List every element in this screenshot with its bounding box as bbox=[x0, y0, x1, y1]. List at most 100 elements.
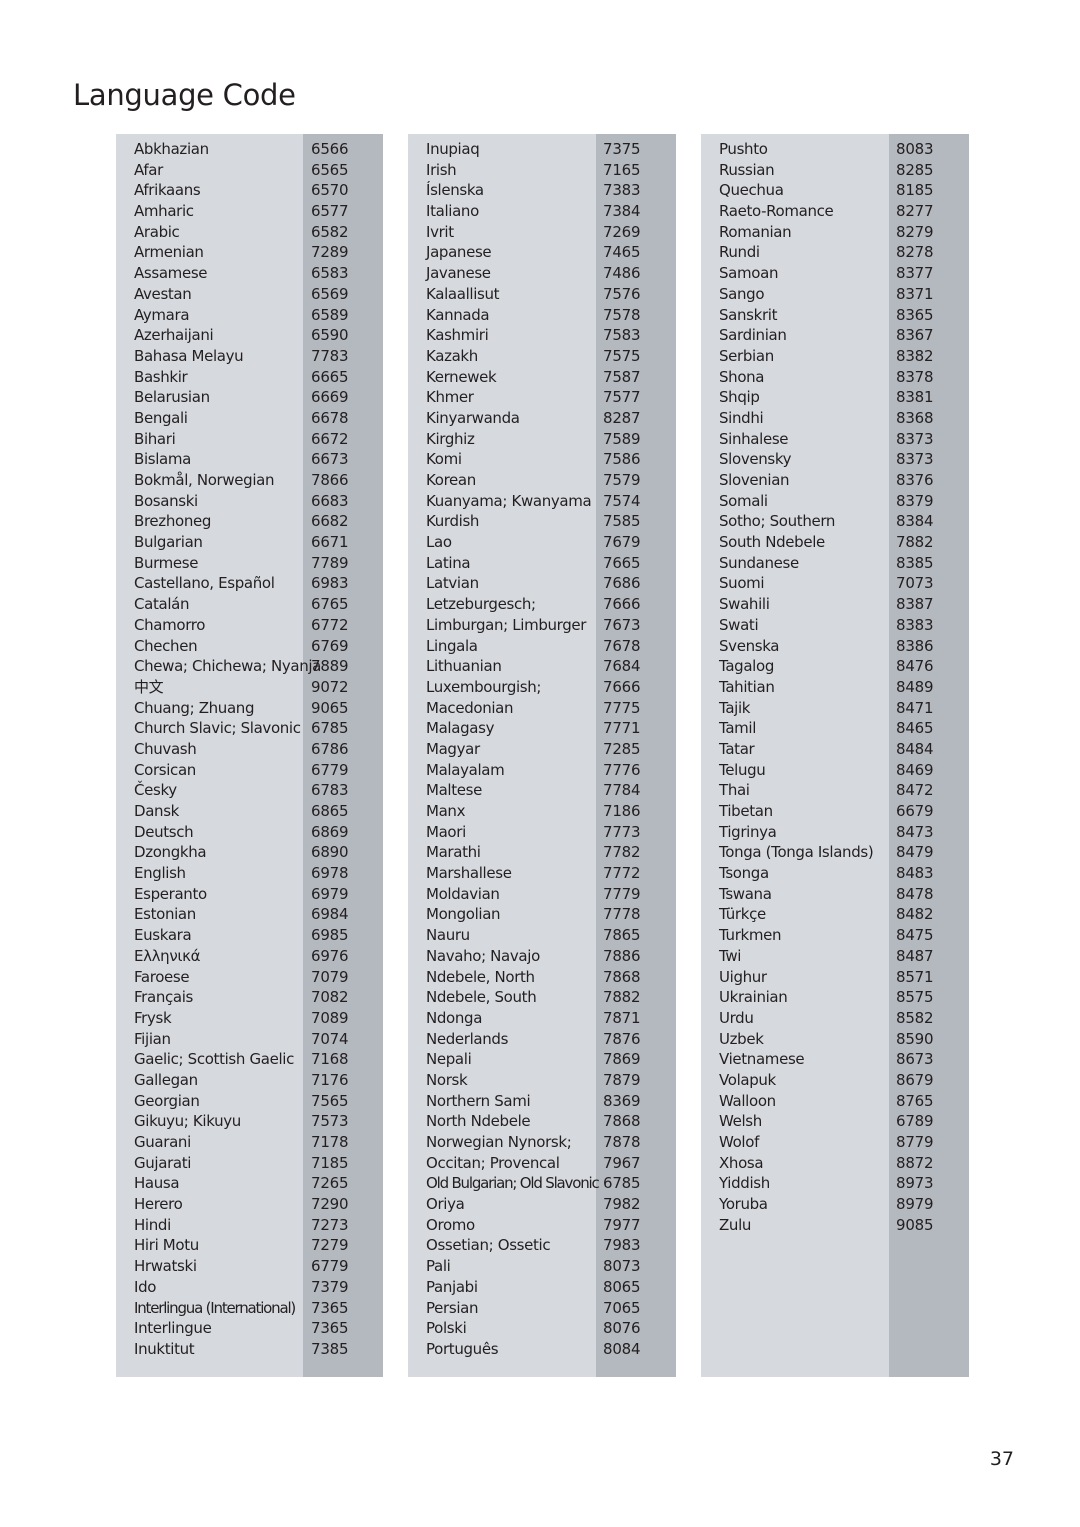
table-row: Latina 7665 bbox=[408, 553, 676, 574]
language-code: 7576 bbox=[603, 284, 641, 303]
language-code: 7869 bbox=[603, 1050, 641, 1069]
table-row: Persian 7065 bbox=[408, 1298, 676, 1319]
language-name: Faroese bbox=[134, 967, 190, 986]
language-name: Esperanto bbox=[134, 884, 207, 903]
language-name: Raeto-Romance bbox=[719, 202, 834, 221]
language-code: 8076 bbox=[603, 1319, 641, 1338]
table-row: Deutsch 6869 bbox=[116, 822, 383, 843]
language-name: Polski bbox=[426, 1319, 467, 1338]
table-row: Bislama 6673 bbox=[116, 449, 383, 470]
language-name: Northern Sami bbox=[426, 1091, 531, 1110]
language-name: Welsh bbox=[719, 1112, 762, 1131]
table-row: Church Slavic; Slavonic 6785 bbox=[116, 718, 383, 739]
table-row: Bashkir 6665 bbox=[116, 367, 383, 388]
table-row: Aymara 6589 bbox=[116, 305, 383, 326]
language-name: Slovenian bbox=[719, 471, 790, 489]
language-code: 7778 bbox=[603, 905, 641, 924]
table-row: Dzongkha 6890 bbox=[116, 842, 383, 863]
language-name: Marathi bbox=[426, 843, 481, 862]
language-name: Sindhi bbox=[719, 408, 764, 427]
language-name: Česky bbox=[134, 781, 177, 800]
language-code: 6984 bbox=[311, 905, 349, 924]
language-code: 6979 bbox=[311, 884, 349, 903]
table-row: Panjabi 8065 bbox=[408, 1277, 676, 1298]
language-code: 6566 bbox=[311, 140, 349, 158]
language-code: 8073 bbox=[603, 1257, 641, 1276]
language-code: 8489 bbox=[896, 677, 934, 696]
language-code: 7385 bbox=[311, 1339, 349, 1358]
language-code: 6569 bbox=[311, 284, 349, 303]
language-name: Tibetan bbox=[719, 802, 773, 820]
table-row: Irish 7165 bbox=[408, 160, 676, 181]
language-code: 6765 bbox=[311, 595, 349, 614]
table-row: Avestan 6569 bbox=[116, 284, 383, 305]
language-name: Amharic bbox=[134, 202, 194, 221]
language-name: Gallegan bbox=[134, 1070, 198, 1089]
table-row: Burmese 7789 bbox=[116, 553, 383, 574]
table-row: Georgian 7565 bbox=[116, 1091, 383, 1112]
language-name: Brezhoneg bbox=[134, 512, 212, 531]
language-code: 7176 bbox=[311, 1070, 349, 1089]
language-name: Ossetian; Ossetic bbox=[426, 1236, 551, 1255]
language-code: 7866 bbox=[311, 471, 349, 489]
table-row: Marathi 7782 bbox=[408, 842, 676, 863]
table-row: Gikuyu; Kikuyu 7573 bbox=[116, 1111, 383, 1132]
language-name: Herero bbox=[134, 1195, 183, 1214]
language-code: 8277 bbox=[896, 202, 934, 221]
language-name: Occitan; Provencal bbox=[426, 1153, 560, 1172]
language-code: 8287 bbox=[603, 408, 641, 427]
table-row: Euskara 6985 bbox=[116, 925, 383, 946]
language-code: 7269 bbox=[603, 222, 641, 241]
table-row: Rundi 8278 bbox=[701, 242, 969, 263]
table-row: Amharic 6577 bbox=[116, 201, 383, 222]
language-code: 8369 bbox=[603, 1091, 641, 1110]
language-code: 7886 bbox=[603, 946, 641, 965]
language-name: Dansk bbox=[134, 802, 180, 820]
language-code: 6789 bbox=[896, 1112, 934, 1131]
table-row: Suomi 7073 bbox=[701, 573, 969, 594]
table-row: Brezhoneg 6682 bbox=[116, 511, 383, 532]
table-row: Old Bulgarian; Old Slavonic 6785 bbox=[408, 1173, 676, 1194]
language-code: 7865 bbox=[603, 926, 641, 945]
language-code: 7977 bbox=[603, 1215, 641, 1234]
language-name: Tsonga bbox=[719, 864, 769, 883]
language-name: Türkçe bbox=[719, 905, 766, 924]
table-row: Kannada 7578 bbox=[408, 305, 676, 326]
table-row: Gallegan 7176 bbox=[116, 1070, 383, 1091]
language-name: Avestan bbox=[134, 284, 192, 303]
language-name: Sango bbox=[719, 284, 765, 303]
table-row: Guarani 7178 bbox=[116, 1132, 383, 1153]
language-code: 7678 bbox=[603, 636, 641, 655]
language-code: 7585 bbox=[603, 512, 641, 531]
language-name: Navaho; Navajo bbox=[426, 946, 540, 965]
language-name: Zulu bbox=[719, 1215, 752, 1234]
language-code: 7679 bbox=[603, 533, 641, 552]
table-row: Kuanyama; Kwanyama 7574 bbox=[408, 491, 676, 512]
language-name: Romanian bbox=[719, 222, 792, 241]
table-row: Macedonian 7775 bbox=[408, 698, 676, 719]
language-name: Vietnamese bbox=[719, 1050, 805, 1069]
language-name: Frysk bbox=[134, 1008, 172, 1027]
language-code: 8185 bbox=[896, 181, 934, 200]
language-code: 8673 bbox=[896, 1050, 934, 1069]
language-code: 7285 bbox=[603, 739, 641, 758]
language-code: 7666 bbox=[603, 677, 641, 696]
table-row: Lingala 7678 bbox=[408, 636, 676, 657]
table-row: Estonian 6984 bbox=[116, 904, 383, 925]
language-name: Catalán bbox=[134, 595, 190, 614]
table-row: Maori 7773 bbox=[408, 822, 676, 843]
table-row: Somali 8379 bbox=[701, 491, 969, 512]
language-name: Bahasa Melayu bbox=[134, 346, 244, 365]
language-name: Uzbek bbox=[719, 1029, 764, 1048]
language-name: Yoruba bbox=[719, 1195, 768, 1214]
table-row: Tatar 8484 bbox=[701, 739, 969, 760]
language-code: 8479 bbox=[896, 843, 934, 862]
table-row: Polski 8076 bbox=[408, 1318, 676, 1339]
table-row: Turkmen 8475 bbox=[701, 925, 969, 946]
language-name: Samoan bbox=[719, 264, 779, 283]
table-row: Hiri Motu 7279 bbox=[116, 1235, 383, 1256]
table-row: Telugu 8469 bbox=[701, 760, 969, 781]
table-row: Sanskrit 8365 bbox=[701, 305, 969, 326]
language-name: Oriya bbox=[426, 1195, 465, 1214]
language-code: 7666 bbox=[603, 595, 641, 614]
